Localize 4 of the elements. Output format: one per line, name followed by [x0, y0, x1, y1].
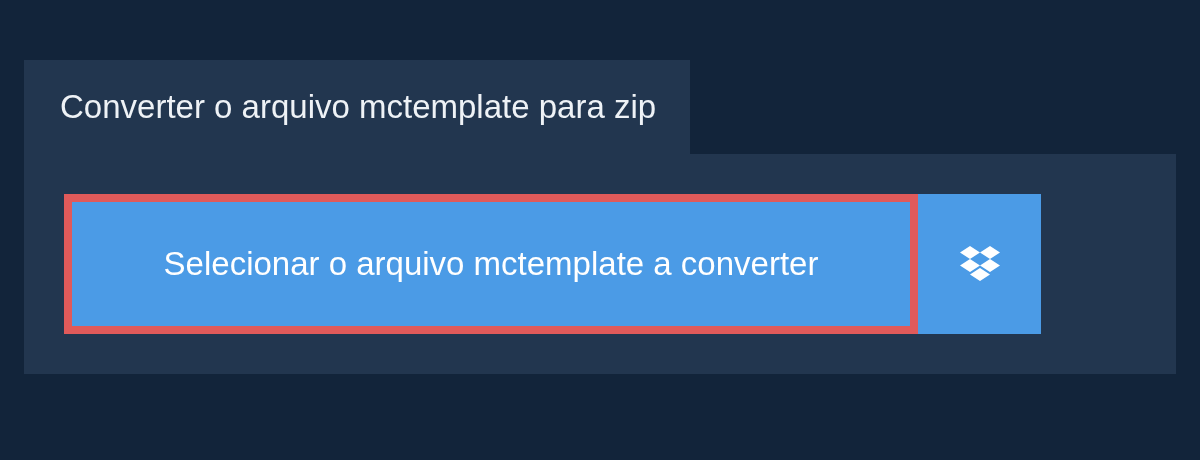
- tab-title: Converter o arquivo mctemplate para zip: [60, 88, 657, 126]
- select-file-button[interactable]: Selecionar o arquivo mctemplate a converter: [64, 194, 918, 334]
- diamonds-icon: [959, 246, 1000, 282]
- icon-button[interactable]: [918, 194, 1041, 334]
